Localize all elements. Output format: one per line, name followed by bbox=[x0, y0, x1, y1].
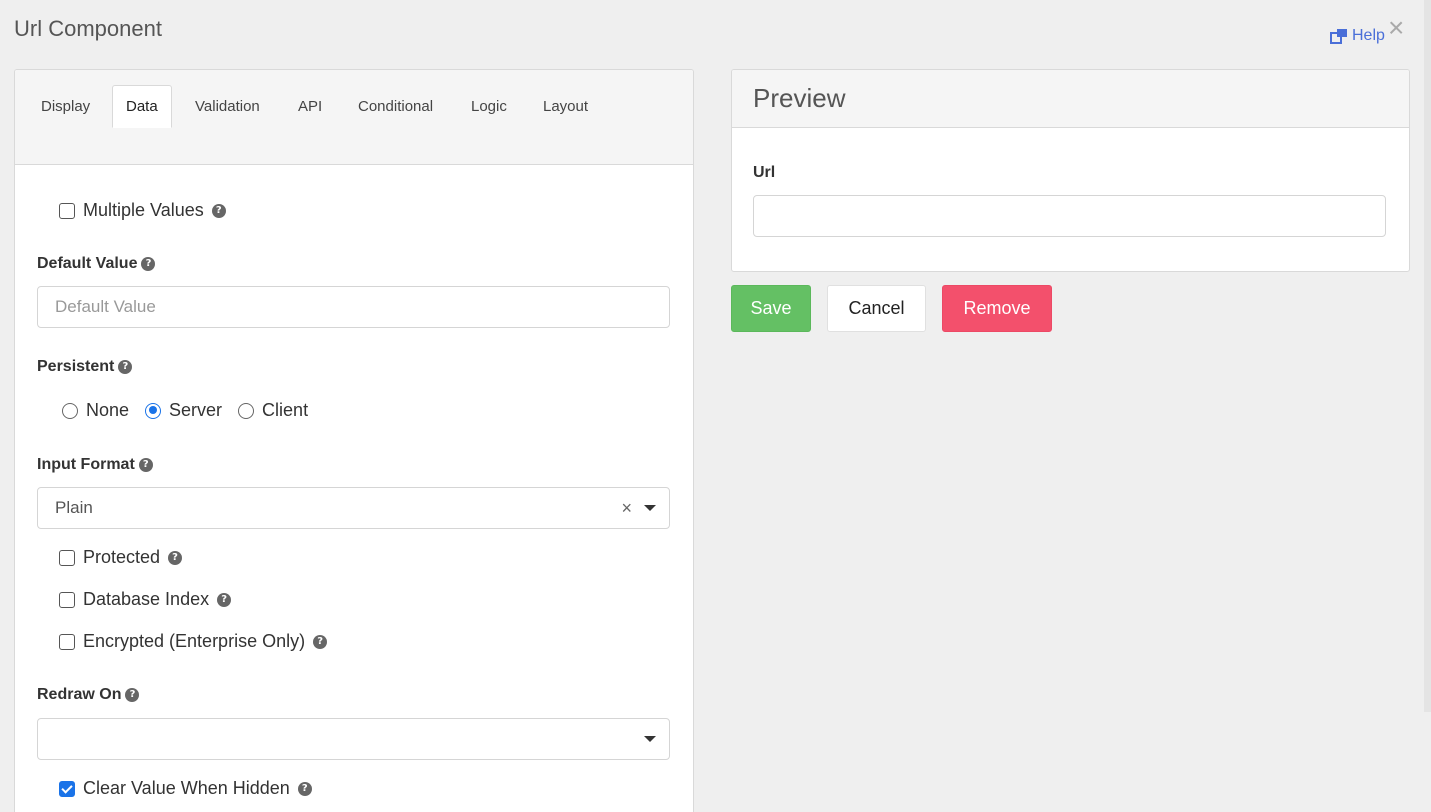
help-icon: ? bbox=[313, 634, 328, 649]
radio-server-label: Server bbox=[169, 400, 223, 420]
tab-validation[interactable]: Validation bbox=[181, 85, 274, 128]
help-icon: ? bbox=[125, 688, 140, 702]
help-icon: ? bbox=[168, 550, 183, 565]
tab-display[interactable]: Display bbox=[27, 85, 104, 128]
chevron-down-icon[interactable] bbox=[644, 505, 656, 511]
help-icon: ? bbox=[217, 592, 232, 607]
persistent-radio-group: None Server Client bbox=[62, 400, 324, 421]
help-icon: ? bbox=[138, 458, 153, 472]
radio-none[interactable] bbox=[62, 402, 78, 419]
multiple-values-label: Multiple Values bbox=[83, 200, 204, 220]
remove-button[interactable]: Remove bbox=[942, 285, 1052, 332]
tab-data[interactable]: Data bbox=[112, 85, 172, 128]
encrypted-checkbox[interactable] bbox=[59, 633, 75, 650]
default-value-label-row: Default Value ? bbox=[37, 255, 156, 273]
tab-bar: Display Data Validation API Conditional … bbox=[15, 70, 693, 165]
redraw-on-label-row: Redraw On ? bbox=[37, 686, 140, 704]
persistent-option-none[interactable]: None bbox=[62, 400, 129, 421]
input-format-label-row: Input Format ? bbox=[37, 456, 153, 474]
persistent-option-client[interactable]: Client bbox=[238, 400, 308, 421]
database-index-checkbox[interactable] bbox=[59, 591, 75, 608]
modal-title: Url Component bbox=[14, 16, 162, 41]
default-value-label: Default Value bbox=[37, 255, 138, 272]
help-icon: ? bbox=[141, 257, 156, 271]
preview-title: Preview bbox=[732, 70, 1409, 128]
help-link[interactable]: Help bbox=[1330, 27, 1385, 45]
clear-icon[interactable]: × bbox=[621, 488, 632, 528]
help-label: Help bbox=[1352, 27, 1385, 44]
protected-row[interactable]: Protected ? bbox=[59, 547, 183, 568]
redraw-on-label: Redraw On bbox=[37, 686, 122, 703]
save-button[interactable]: Save bbox=[731, 285, 811, 332]
multiple-values-checkbox[interactable] bbox=[59, 202, 75, 219]
cancel-button[interactable]: Cancel bbox=[827, 285, 926, 332]
tab-logic[interactable]: Logic bbox=[457, 85, 521, 128]
external-link-icon bbox=[1330, 29, 1347, 44]
radio-client-label: Client bbox=[262, 400, 309, 420]
radio-client[interactable] bbox=[238, 402, 255, 419]
input-format-label: Input Format bbox=[37, 456, 135, 473]
clear-value-when-hidden-row[interactable]: Clear Value When Hidden ? bbox=[59, 778, 312, 799]
edit-panel: Display Data Validation API Conditional … bbox=[14, 69, 694, 812]
clear-value-when-hidden-label: Clear Value When Hidden bbox=[83, 778, 290, 798]
persistent-option-server[interactable]: Server bbox=[145, 400, 222, 421]
radio-server[interactable] bbox=[145, 402, 162, 419]
protected-label: Protected bbox=[83, 547, 161, 567]
input-format-select[interactable]: Plain × bbox=[37, 487, 670, 529]
persistent-label: Persistent bbox=[37, 358, 115, 375]
tab-conditional[interactable]: Conditional bbox=[344, 85, 447, 128]
tab-layout[interactable]: Layout bbox=[529, 85, 602, 128]
preview-url-input[interactable] bbox=[753, 195, 1386, 237]
default-value-input[interactable]: Default Value bbox=[37, 286, 670, 328]
preview-field-label: Url bbox=[753, 164, 776, 181]
clear-value-when-hidden-checkbox[interactable] bbox=[59, 780, 75, 797]
persistent-label-row: Persistent ? bbox=[37, 358, 133, 376]
encrypted-label: Encrypted (Enterprise Only) bbox=[83, 631, 306, 651]
database-index-row[interactable]: Database Index ? bbox=[59, 589, 232, 610]
close-icon[interactable]: × bbox=[1388, 14, 1404, 42]
encrypted-row[interactable]: Encrypted (Enterprise Only) ? bbox=[59, 631, 328, 652]
tab-api[interactable]: API bbox=[284, 85, 336, 128]
help-icon: ? bbox=[297, 781, 312, 796]
help-icon: ? bbox=[118, 360, 133, 374]
chevron-down-icon[interactable] bbox=[644, 736, 656, 742]
input-format-value: Plain bbox=[55, 498, 93, 517]
database-index-label: Database Index bbox=[83, 589, 210, 609]
radio-none-label: None bbox=[86, 400, 130, 420]
protected-checkbox[interactable] bbox=[59, 549, 75, 566]
multiple-values-row[interactable]: Multiple Values ? bbox=[59, 200, 226, 221]
scrollbar[interactable] bbox=[1424, 0, 1431, 712]
preview-panel: Preview Url bbox=[731, 69, 1410, 272]
redraw-on-select[interactable] bbox=[37, 718, 670, 760]
help-icon: ? bbox=[211, 203, 226, 218]
